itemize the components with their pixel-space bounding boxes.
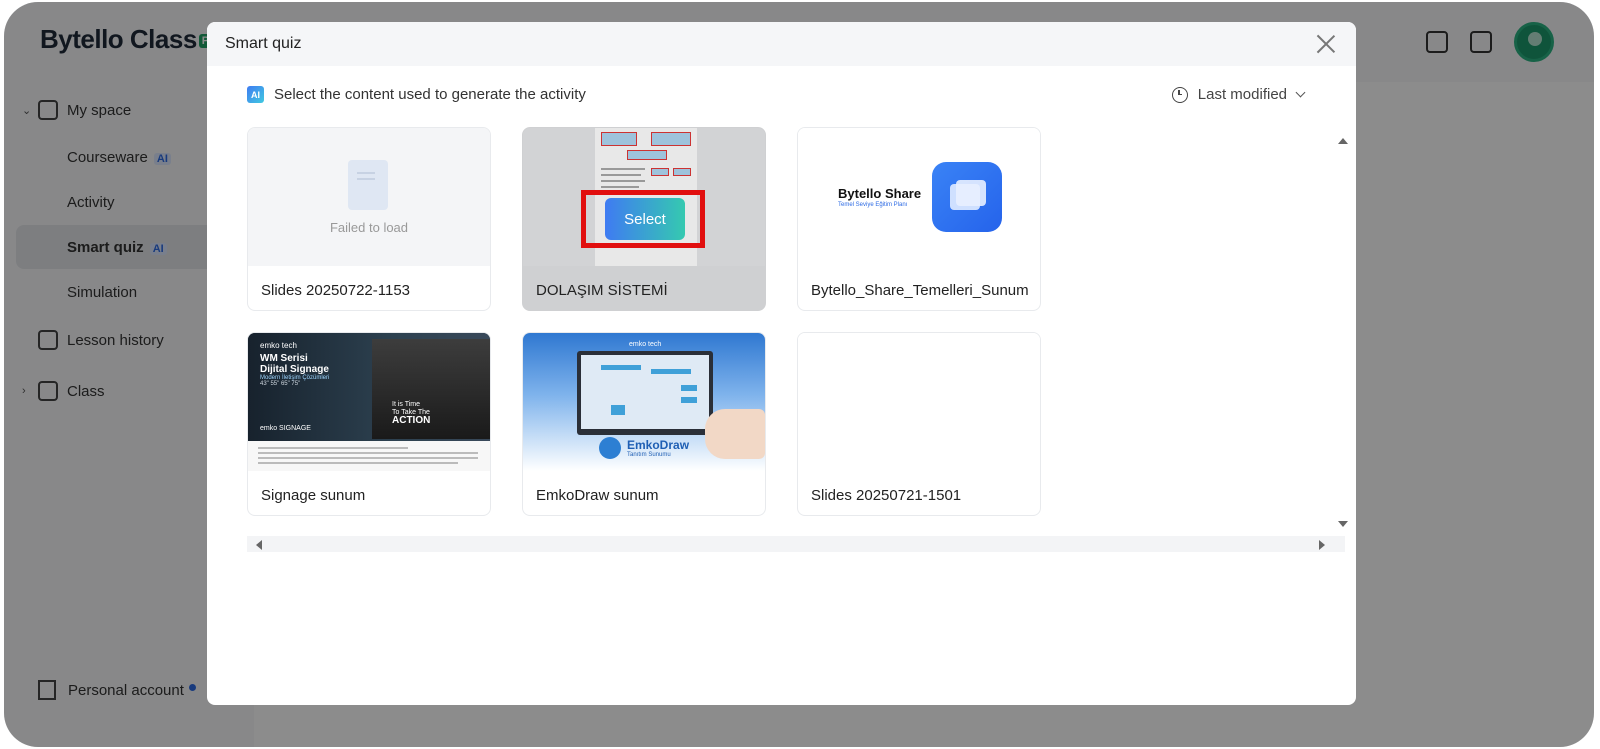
document-icon bbox=[348, 160, 388, 210]
dialog-subheader: AI Select the content used to generate t… bbox=[247, 86, 586, 103]
failed-to-load-text: Failed to load bbox=[329, 220, 409, 235]
scroll-right-arrow-icon[interactable] bbox=[1319, 540, 1325, 550]
card-thumbnail bbox=[798, 333, 1040, 471]
card-title: Slides 20250721-1501 bbox=[811, 487, 962, 504]
card-thumbnail: emko tech WM Serisi Dijital Signage Mode… bbox=[248, 333, 490, 471]
thumbnail-subtitle: Temel Seviye Eğitim Planı bbox=[838, 202, 908, 208]
chevron-down-icon bbox=[1295, 87, 1306, 98]
smartboard-image bbox=[577, 351, 713, 435]
panel-text: ACTION bbox=[392, 415, 431, 426]
thumbnail-brand: emko tech bbox=[629, 341, 662, 348]
subheader-text: Select the content used to generate the … bbox=[274, 86, 586, 103]
thumbnail-brand: emko tech bbox=[260, 341, 297, 350]
card-title: DOLAŞIM SİSTEMİ bbox=[536, 282, 668, 299]
content-grid: Failed to load Slides 20250722-1153 Sele… bbox=[247, 127, 1347, 555]
card-title: Signage sunum bbox=[261, 487, 366, 504]
card-title: Bytello_Share_Temelleri_Sunum bbox=[811, 282, 1029, 299]
thumbnail-sizes: 43" 55" 65" 75" bbox=[260, 381, 301, 387]
scroll-down-arrow-icon[interactable] bbox=[1338, 521, 1348, 527]
content-card[interactable]: emko tech EmkoDraw Tanıtım Sunumu EmkoDr… bbox=[522, 332, 766, 516]
card-thumbnail: Select bbox=[523, 128, 765, 266]
card-thumbnail: emko tech EmkoDraw Tanıtım Sunumu bbox=[523, 333, 765, 471]
sort-label: Last modified bbox=[1197, 86, 1287, 103]
thumbnail-heading: WM Serisi bbox=[260, 353, 308, 364]
smart-quiz-dialog: Smart quiz AI Select the content used to… bbox=[207, 22, 1356, 705]
dialog-header: Smart quiz bbox=[207, 22, 1356, 66]
content-card[interactable]: Bytello Share Temel Seviye Eğitim Planı … bbox=[797, 127, 1041, 311]
ai-generate-icon: AI bbox=[247, 86, 264, 103]
app-window: Bytello Class P ⌄ My space Courseware AI A… bbox=[4, 2, 1594, 747]
hand-image bbox=[705, 409, 765, 459]
card-title: Slides 20250722-1153 bbox=[261, 282, 411, 299]
thumbnail-label: emko SIGNAGE bbox=[260, 425, 311, 432]
scroll-left-arrow-icon[interactable] bbox=[256, 540, 262, 550]
signage-display-image: It is Time To Take The ACTION bbox=[372, 339, 490, 439]
card-thumbnail: Failed to load bbox=[248, 128, 490, 266]
content-card[interactable]: Failed to load Slides 20250722-1153 bbox=[247, 127, 491, 311]
content-card[interactable]: Select DOLAŞIM SİSTEMİ bbox=[522, 127, 766, 311]
panel-text: It is Time bbox=[392, 401, 421, 408]
card-thumbnail: Bytello Share Temel Seviye Eğitim Planı bbox=[798, 128, 1040, 266]
card-title: EmkoDraw sunum bbox=[536, 487, 659, 504]
content-card[interactable]: emko tech WM Serisi Dijital Signage Mode… bbox=[247, 332, 491, 516]
emkodraw-logo-icon bbox=[599, 437, 621, 459]
thumbnail-heading: Dijital Signage bbox=[260, 364, 329, 375]
horizontal-scrollbar[interactable] bbox=[247, 536, 1345, 552]
close-icon[interactable] bbox=[1316, 34, 1336, 54]
sort-dropdown[interactable]: Last modified bbox=[1171, 86, 1306, 103]
dialog-title: Smart quiz bbox=[225, 35, 302, 52]
clock-icon bbox=[1171, 86, 1188, 103]
scroll-up-arrow-icon[interactable] bbox=[1338, 138, 1348, 144]
thumbnail-subtitle: Tanıtım Sunumu bbox=[627, 452, 671, 458]
content-card[interactable]: Slides 20250721-1501 bbox=[797, 332, 1041, 516]
thumbnail-title: EmkoDraw bbox=[627, 438, 690, 452]
highlight-box bbox=[581, 190, 705, 248]
bytello-share-logo-icon bbox=[932, 162, 1002, 232]
thumbnail-title: Bytello Share bbox=[838, 186, 922, 201]
